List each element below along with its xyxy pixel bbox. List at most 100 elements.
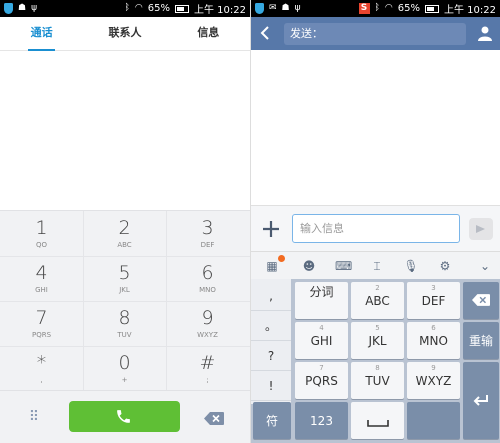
space-button[interactable] — [351, 402, 404, 439]
recipient-field[interactable]: 发送： — [284, 23, 466, 45]
compose-header: 发送： — [251, 17, 500, 50]
compose-bar: 输入信息 — [251, 205, 500, 251]
key-number: 8 — [375, 364, 380, 372]
dial-key-1[interactable]: 1 QO — [0, 211, 83, 256]
key-digit: 1 — [35, 217, 48, 239]
chevron-down-icon[interactable]: ⌄ — [477, 258, 493, 274]
ime-toolbar: ▦ ☻ ⌨ ⌶ 🎙 ⚙ ⌄ — [251, 251, 500, 279]
voicemail-icon: QO — [35, 241, 48, 249]
key-mno[interactable]: 6 MNO — [407, 322, 460, 359]
key-number: 5 — [375, 324, 380, 332]
ime-backspace-button[interactable] — [463, 282, 499, 319]
status-bar: ☗ ψ ᛒ ◠ 65% 上午 10:22 — [0, 0, 250, 17]
clock: 上午 10:22 — [444, 5, 496, 16]
notification-badge — [278, 255, 285, 262]
key-number: 9 — [431, 364, 436, 372]
backspace-button[interactable] — [204, 410, 224, 425]
tab-calls[interactable]: 通话 — [0, 17, 83, 51]
call-button[interactable] — [69, 401, 180, 432]
key-segment[interactable]: 分词 — [295, 282, 348, 319]
backspace-icon — [472, 294, 490, 306]
key-letters: GHI — [35, 286, 48, 294]
battery-icon — [425, 4, 439, 13]
reinput-button[interactable]: 重输 — [463, 322, 499, 359]
dial-key-star[interactable]: * , — [0, 346, 83, 391]
key-digit: 6 — [201, 262, 214, 284]
emoji-icon[interactable]: ☻ — [301, 258, 317, 274]
key-def[interactable]: 3 DEF — [407, 282, 460, 319]
notification-icon: ✉ — [269, 3, 277, 13]
key-digit: 8 — [118, 307, 131, 329]
shield-icon — [4, 3, 13, 14]
message-thread — [251, 50, 500, 205]
cursor-icon[interactable]: ⌶ — [369, 258, 385, 274]
dial-key-8[interactable]: 8 TUV — [83, 301, 166, 346]
key-number: 6 — [431, 324, 436, 332]
dial-key-hash[interactable]: # ; — [166, 346, 249, 391]
key-ghi[interactable]: 4 GHI — [295, 322, 348, 359]
dialer-screen: ☗ ψ ᛒ ◠ 65% 上午 10:22 通话 联系人 信息 1 QO 2 AB… — [0, 0, 250, 443]
dial-key-5[interactable]: 5 JKL — [83, 256, 166, 301]
mic-icon[interactable]: 🎙 — [403, 258, 419, 274]
key-digit: 2 — [118, 217, 131, 239]
key-label: JKL — [368, 334, 387, 348]
dial-key-4[interactable]: 4 GHI — [0, 256, 83, 301]
add-contact-icon[interactable] — [477, 25, 493, 41]
clock: 上午 10:22 — [194, 5, 246, 16]
key-label: 123 — [310, 414, 333, 428]
keyboard-icon[interactable]: ⌨ — [335, 258, 352, 274]
symbol-key[interactable]: 。 — [251, 311, 291, 341]
key-label: PQRS — [305, 374, 338, 388]
key-letters: , — [40, 376, 43, 384]
key-abc[interactable]: 2 ABC — [351, 282, 404, 319]
dial-key-6[interactable]: 6 MNO — [166, 256, 249, 301]
dial-key-9[interactable]: 9 WXYZ — [166, 301, 249, 346]
send-button[interactable] — [469, 218, 493, 240]
gear-icon[interactable]: ⚙ — [437, 258, 453, 274]
key-label: GHI — [310, 334, 333, 348]
message-input[interactable]: 输入信息 — [292, 214, 460, 243]
key-letters: TUV — [117, 331, 132, 339]
key-digit: 7 — [35, 307, 48, 329]
dial-key-3[interactable]: 3 DEF — [166, 211, 249, 256]
dial-key-0[interactable]: 0 + — [83, 346, 166, 391]
key-label: 分词 — [309, 285, 334, 299]
call-bar: ⠿ — [0, 390, 250, 443]
key-number: 4 — [319, 324, 324, 332]
usb-icon: ψ — [31, 3, 38, 13]
key-label: MNO — [419, 334, 448, 348]
key-wxyz[interactable]: 9 WXYZ — [407, 362, 460, 399]
symbol-key[interactable]: ? — [251, 341, 291, 371]
symbol-key[interactable]: ! — [251, 371, 291, 401]
sogou-app-icon: S — [358, 3, 370, 14]
key-label: 符 — [265, 414, 278, 428]
shield-icon — [255, 3, 264, 14]
status-bar: ✉ ☗ ψ S ᛒ ◠ 65% 上午 10:22 — [251, 0, 500, 17]
numbers-button[interactable]: 123 — [295, 402, 348, 439]
enter-button[interactable] — [463, 362, 499, 439]
back-icon[interactable] — [258, 25, 272, 41]
wifi-icon: ◠ — [384, 3, 393, 13]
key-letters: JKL — [119, 286, 130, 294]
language-switch-button[interactable] — [407, 402, 460, 439]
backspace-icon — [204, 412, 224, 425]
key-number: 3 — [431, 284, 436, 292]
key-jkl[interactable]: 5 JKL — [351, 322, 404, 359]
key-digit: # — [199, 352, 216, 374]
attach-plus-icon[interactable] — [261, 219, 281, 239]
symbol-key[interactable]: , — [251, 281, 291, 311]
key-digit: 9 — [201, 307, 214, 329]
key-letters: MNO — [199, 286, 216, 294]
dial-key-7[interactable]: 7 PQRS — [0, 301, 83, 346]
symbol-column: , 。 ? ! — [251, 279, 291, 404]
key-pqrs[interactable]: 7 PQRS — [295, 362, 348, 399]
battery-icon — [175, 4, 189, 13]
symbol-button[interactable]: 符 — [253, 402, 291, 439]
usb-icon: ψ — [294, 3, 301, 13]
t9-keyboard: , 。 ? ! 分词 2 ABC 3 DEF 4 GHI 5 JKL 6 MNO… — [251, 279, 500, 443]
key-tuv[interactable]: 8 TUV — [351, 362, 404, 399]
dial-key-2[interactable]: 2 ABC — [83, 211, 166, 256]
keypad-toggle-icon[interactable]: ⠿ — [25, 408, 43, 426]
tab-contacts[interactable]: 联系人 — [83, 17, 166, 50]
tab-messages[interactable]: 信息 — [167, 17, 250, 50]
